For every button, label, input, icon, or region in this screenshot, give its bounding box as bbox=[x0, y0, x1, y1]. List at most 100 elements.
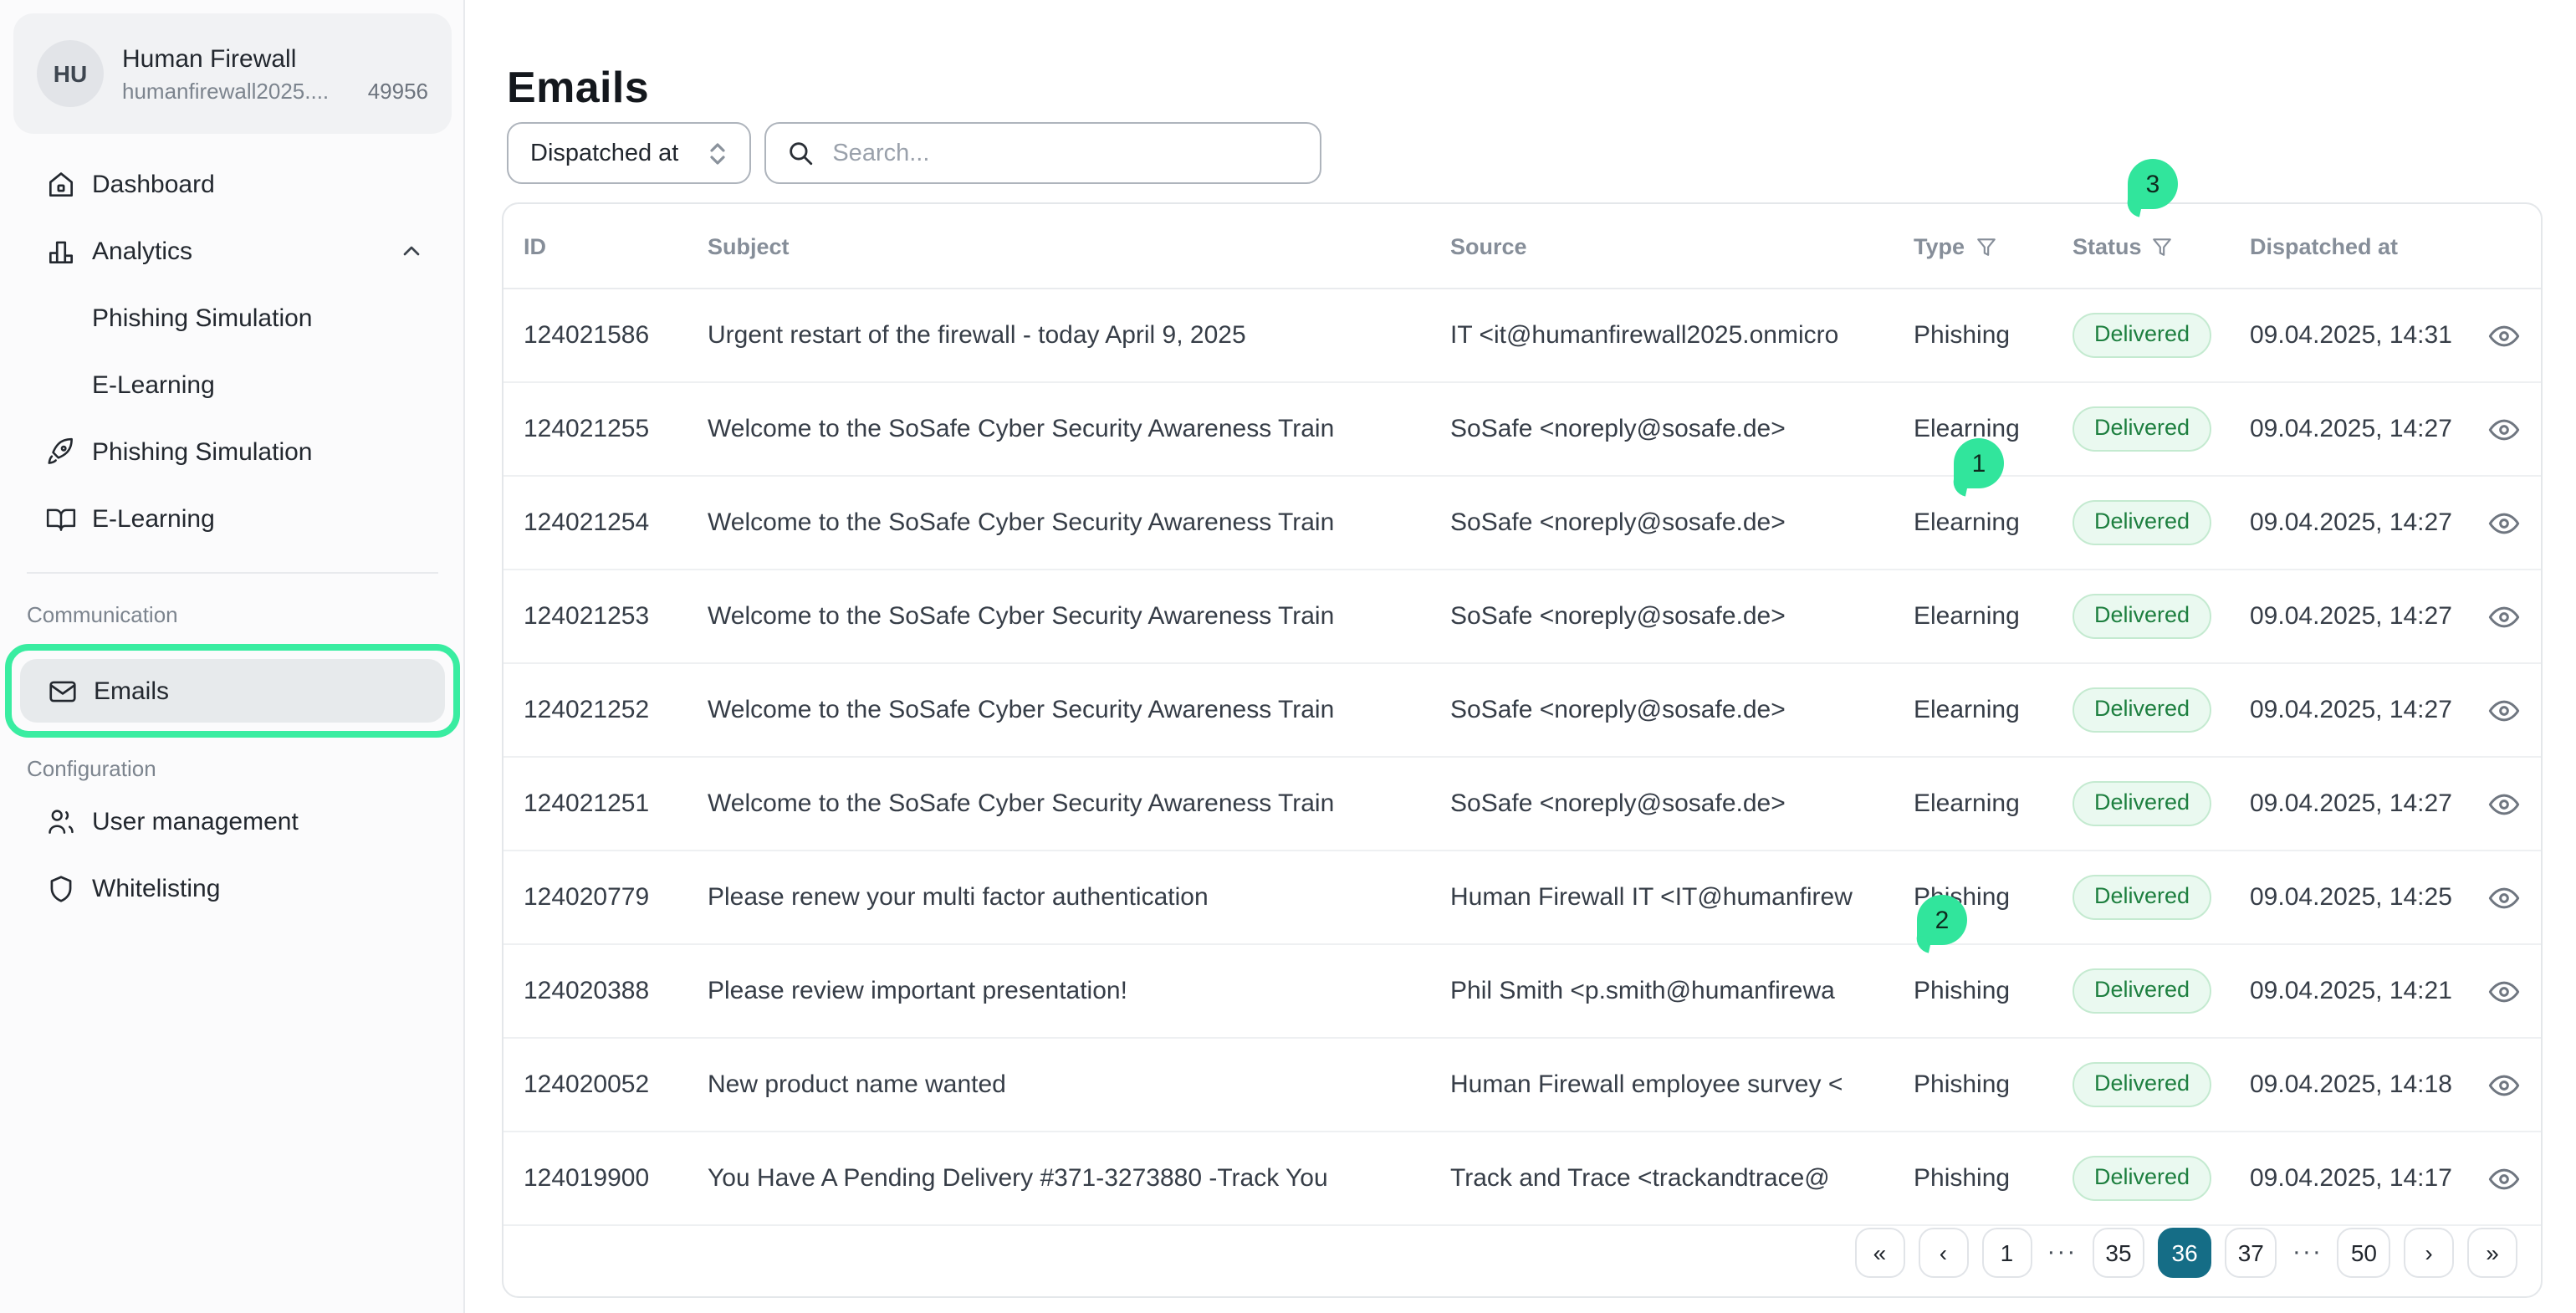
filter-bar: Dispatched at bbox=[507, 122, 1321, 184]
cell-source: Phil Smith <p.smith@humanfirewa bbox=[1450, 977, 1914, 1005]
sidebar-item-dashboard[interactable]: Dashboard bbox=[0, 151, 465, 217]
sidebar-subitem-phishing-simulation[interactable]: Phishing Simulation bbox=[0, 284, 465, 351]
view-email-button[interactable] bbox=[2481, 968, 2527, 1014]
sidebar-item-whitelisting[interactable]: Whitelisting bbox=[0, 855, 465, 922]
cell-source: Track and Trace <trackandtrace@ bbox=[1450, 1164, 1914, 1193]
page-title: Emails bbox=[507, 63, 649, 115]
cell-subject: Welcome to the SoSafe Cyber Security Awa… bbox=[708, 789, 1450, 818]
filter-funnel-icon[interactable] bbox=[2152, 235, 2174, 257]
cell-subject: Urgent restart of the firewall - today A… bbox=[708, 321, 1450, 350]
sidebar-nav: Dashboard Analytics Phishing Simulation … bbox=[0, 151, 465, 922]
sidebar-section-communication: Communication bbox=[0, 594, 465, 634]
cell-actions bbox=[2467, 406, 2541, 452]
cell-subject: Welcome to the SoSafe Cyber Security Awa… bbox=[708, 696, 1450, 724]
cell-actions bbox=[2467, 780, 2541, 827]
search-input[interactable] bbox=[829, 138, 1299, 168]
view-email-button[interactable] bbox=[2481, 499, 2527, 546]
cell-source: SoSafe <noreply@sosafe.de> bbox=[1450, 508, 1914, 537]
sidebar-subitem-e-learning[interactable]: E-Learning bbox=[0, 351, 465, 418]
pagination-last-button[interactable]: » bbox=[2467, 1227, 2517, 1277]
cell-actions bbox=[2467, 874, 2541, 921]
cell-source: Human Firewall IT <IT@humanfirew bbox=[1450, 883, 1914, 912]
sidebar-item-label: Whitelisting bbox=[92, 874, 220, 902]
view-email-button[interactable] bbox=[2481, 406, 2527, 452]
pagination-page-36-button[interactable]: 36 bbox=[2159, 1227, 2211, 1277]
view-email-button[interactable] bbox=[2481, 780, 2527, 827]
table-row: 124021586Urgent restart of the firewall … bbox=[503, 289, 2541, 383]
column-header-source: Source bbox=[1450, 233, 1914, 258]
sort-by-select[interactable]: Dispatched at bbox=[507, 122, 750, 184]
status-badge: Delivered bbox=[2073, 969, 2211, 1013]
app-window: HU Human Firewall humanfirewall2025.... … bbox=[0, 0, 2576, 1313]
status-badge: Delivered bbox=[2073, 1157, 2211, 1200]
cell-type: Phishing bbox=[1914, 977, 2073, 1005]
cell-id: 124021254 bbox=[503, 508, 708, 537]
status-badge: Delivered bbox=[2073, 688, 2211, 732]
view-email-button[interactable] bbox=[2481, 312, 2527, 359]
analytics-icon bbox=[43, 234, 77, 268]
view-email-button[interactable] bbox=[2481, 593, 2527, 640]
cell-status: Delivered bbox=[2073, 688, 2250, 732]
cell-actions bbox=[2467, 499, 2541, 546]
table-row: 124020388Please review important present… bbox=[503, 945, 2541, 1039]
sidebar-item-analytics[interactable]: Analytics bbox=[0, 217, 465, 284]
cell-type: Phishing bbox=[1914, 1070, 2073, 1099]
book-icon bbox=[43, 502, 77, 535]
search-field bbox=[764, 122, 1321, 184]
cell-type: Elearning bbox=[1914, 602, 2073, 631]
cell-source: IT <it@humanfirewall2025.onmicro bbox=[1450, 321, 1914, 350]
cell-dispatched-at: 09.04.2025, 14:18 bbox=[2250, 1070, 2467, 1099]
column-header-dispatched-at: Dispatched at bbox=[2250, 233, 2467, 258]
pagination-first-button[interactable]: « bbox=[1854, 1227, 1904, 1277]
cell-dispatched-at: 09.04.2025, 14:27 bbox=[2250, 789, 2467, 818]
pagination-ellipsis: ··· bbox=[2291, 1227, 2324, 1277]
cell-type: Phishing bbox=[1914, 321, 2073, 350]
cell-source: SoSafe <noreply@sosafe.de> bbox=[1450, 415, 1914, 443]
cell-subject: Welcome to the SoSafe Cyber Security Awa… bbox=[708, 415, 1450, 443]
sidebar-item-e-learning[interactable]: E-Learning bbox=[0, 485, 465, 552]
cell-subject: You Have A Pending Delivery #371-3273880… bbox=[708, 1164, 1450, 1193]
view-email-button[interactable] bbox=[2481, 1061, 2527, 1108]
cell-status: Delivered bbox=[2073, 876, 2250, 919]
sidebar-item-emails[interactable]: Emails bbox=[20, 659, 445, 723]
chevron-up-icon[interactable] bbox=[398, 238, 425, 264]
sidebar: HU Human Firewall humanfirewall2025.... … bbox=[0, 0, 465, 1313]
filter-funnel-icon[interactable] bbox=[1975, 235, 1996, 257]
sidebar-item-user-management[interactable]: User management bbox=[0, 788, 465, 855]
sidebar-item-phishing-simulation[interactable]: Phishing Simulation bbox=[0, 418, 465, 485]
sort-updown-icon bbox=[705, 140, 728, 166]
pagination-page-37-button[interactable]: 37 bbox=[2225, 1227, 2277, 1277]
pagination-prev-button[interactable]: ‹ bbox=[1918, 1227, 1968, 1277]
cell-status: Delivered bbox=[2073, 782, 2250, 825]
annotation-highlight-box: Emails bbox=[5, 644, 460, 738]
cell-subject: New product name wanted bbox=[708, 1070, 1450, 1099]
cell-actions bbox=[2467, 1061, 2541, 1108]
sidebar-item-label: E-Learning bbox=[92, 504, 215, 533]
cell-status: Delivered bbox=[2073, 969, 2250, 1013]
pagination-page-50-button[interactable]: 50 bbox=[2338, 1227, 2390, 1277]
view-email-button[interactable] bbox=[2481, 1155, 2527, 1202]
cell-status: Delivered bbox=[2073, 501, 2250, 544]
table-row: 124020052New product name wantedHuman Fi… bbox=[503, 1039, 2541, 1132]
view-email-button[interactable] bbox=[2481, 874, 2527, 921]
cell-actions bbox=[2467, 968, 2541, 1014]
status-badge: Delivered bbox=[2073, 782, 2211, 825]
table-row: 124021255Welcome to the SoSafe Cyber Sec… bbox=[503, 383, 2541, 477]
pagination: «‹1···353637···50›» bbox=[503, 1208, 2541, 1296]
sidebar-section-configuration: Configuration bbox=[0, 748, 465, 788]
cell-subject: Please review important presentation! bbox=[708, 977, 1450, 1005]
view-email-button[interactable] bbox=[2481, 687, 2527, 733]
pagination-page-1-button[interactable]: 1 bbox=[1981, 1227, 2032, 1277]
cell-id: 124020779 bbox=[503, 883, 708, 912]
pagination-next-button[interactable]: › bbox=[2404, 1227, 2454, 1277]
account-org-id: 49956 bbox=[368, 78, 428, 103]
table-row: 124021253Welcome to the SoSafe Cyber Sec… bbox=[503, 570, 2541, 664]
account-switcher[interactable]: HU Human Firewall humanfirewall2025.... … bbox=[13, 13, 452, 134]
cell-status: Delivered bbox=[2073, 407, 2250, 451]
pagination-page-35-button[interactable]: 35 bbox=[2092, 1227, 2144, 1277]
annotation-bubble-2: 2 bbox=[1917, 895, 1967, 945]
cell-dispatched-at: 09.04.2025, 14:21 bbox=[2250, 977, 2467, 1005]
cell-id: 124021586 bbox=[503, 321, 708, 350]
table-header-row: ID Subject Source Type Status Dispatched… bbox=[503, 204, 2541, 289]
cell-id: 124021251 bbox=[503, 789, 708, 818]
